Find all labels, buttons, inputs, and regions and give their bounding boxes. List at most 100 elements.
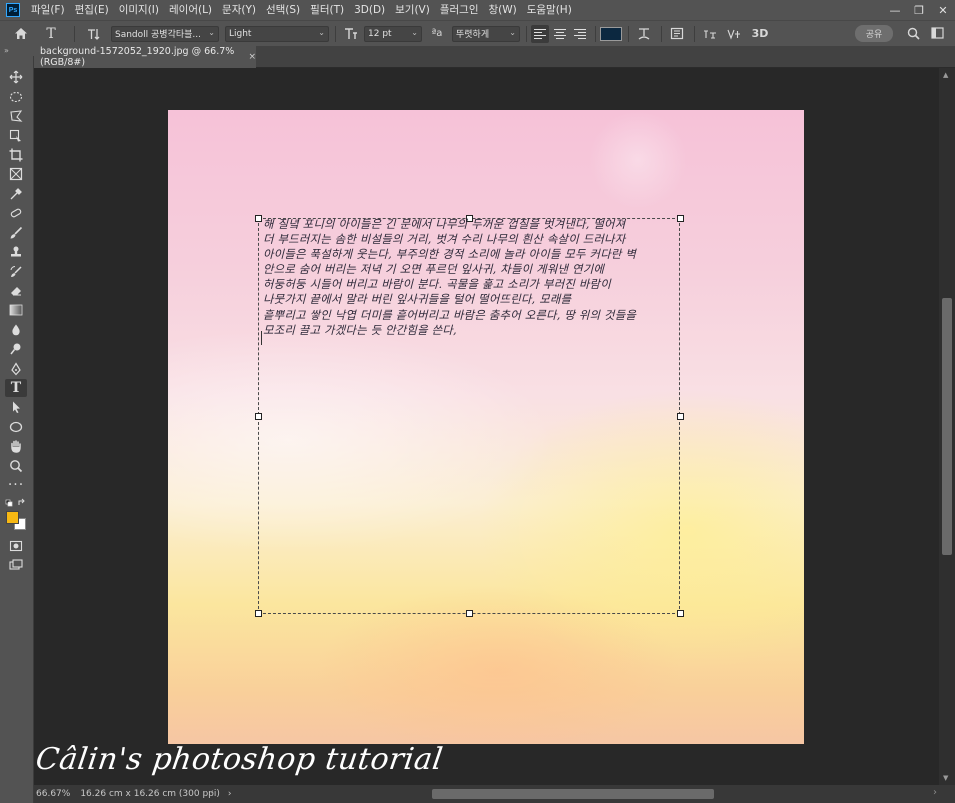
font-family-select[interactable]: Sandoll 공병각타블... ⌄ — [111, 25, 219, 42]
eyedropper-tool-icon[interactable] — [5, 185, 27, 203]
align-center-icon[interactable] — [551, 25, 569, 43]
resize-handle-left[interactable] — [255, 413, 262, 420]
search-icon[interactable] — [905, 24, 921, 42]
dodge-tool-icon[interactable] — [5, 340, 27, 358]
separator — [335, 25, 336, 42]
hand-tool-icon[interactable] — [5, 437, 27, 455]
canvas-workspace[interactable]: 해 질녘 포니의 아이들은 긴 문에서 나무의 두꺼운 껍질을 벗겨낸다, 떨어… — [34, 68, 939, 785]
menu-help[interactable]: 도움말(H) — [522, 0, 577, 20]
maximize-button[interactable]: ❐ — [907, 0, 931, 20]
photoshop-logo-icon[interactable]: Ps — [6, 3, 20, 17]
document-tab[interactable]: background-1572052_1920.jpg @ 66.7% (RGB… — [34, 46, 256, 68]
window-controls: — ❐ ✕ — [883, 0, 955, 20]
font-style-select[interactable]: Light ⌄ — [225, 25, 329, 42]
orientation-toggle-icon[interactable] — [83, 23, 105, 45]
align-left-icon[interactable] — [531, 24, 549, 43]
scroll-up-icon[interactable]: ▲ — [943, 71, 948, 79]
crop-tool-icon[interactable] — [5, 146, 27, 164]
antialias-icon: ªa — [431, 28, 443, 39]
resize-handle-bottom-left[interactable] — [255, 610, 262, 617]
scroll-right-icon[interactable]: › — [933, 787, 937, 798]
3d-icon[interactable]: 3D — [749, 23, 771, 45]
horizontal-scroll-thumb[interactable] — [432, 789, 714, 799]
vertical-scrollbar[interactable]: ▲ ▼ — [939, 68, 955, 785]
blur-tool-icon[interactable] — [5, 321, 27, 339]
zoom-tool-icon[interactable] — [5, 457, 27, 475]
chevron-down-icon: ⌄ — [318, 27, 325, 37]
text-color-swatch[interactable] — [600, 26, 622, 41]
brush-tool-icon[interactable] — [5, 224, 27, 242]
document-canvas[interactable]: 해 질녘 포니의 아이들은 긴 문에서 나무의 두꺼운 껍질을 벗겨낸다, 떨어… — [168, 110, 804, 744]
photoshop-window: Ps 파일(F) 편집(E) 이미지(I) 레이어(L) 문자(Y) 선택(S)… — [0, 0, 955, 803]
swap-colors-icon[interactable] — [5, 497, 27, 509]
separator — [694, 25, 695, 42]
path-selection-tool-icon[interactable] — [5, 398, 27, 416]
tools-panel: T ··· — [0, 56, 34, 803]
frame-tool-icon[interactable] — [5, 165, 27, 183]
close-icon[interactable]: × — [248, 52, 256, 62]
more-tools-icon[interactable]: ··· — [5, 476, 27, 494]
document-tab-title: background-1572052_1920.jpg @ 66.7% (RGB… — [40, 46, 235, 68]
toolbar-collapse-toggle[interactable]: » — [0, 46, 34, 56]
object-selection-tool-icon[interactable] — [5, 127, 27, 145]
healing-brush-tool-icon[interactable] — [5, 204, 27, 222]
zoom-level[interactable]: 66.67% — [36, 789, 70, 799]
eraser-tool-icon[interactable] — [5, 282, 27, 300]
menu-edit[interactable]: 편집(E) — [70, 0, 114, 20]
foreground-color-swatch[interactable] — [6, 511, 19, 524]
resize-handle-bottom[interactable] — [466, 610, 473, 617]
resize-handle-bottom-right[interactable] — [677, 610, 684, 617]
share-button[interactable]: 공유 — [855, 25, 893, 42]
menu-type[interactable]: 문자(Y) — [217, 0, 261, 20]
close-button[interactable]: ✕ — [931, 0, 955, 20]
menu-image[interactable]: 이미지(I) — [114, 0, 164, 20]
workspace-icon[interactable] — [929, 24, 945, 42]
menu-3d[interactable]: 3D(D) — [349, 0, 390, 20]
marquee-tool-icon[interactable] — [5, 88, 27, 106]
type-tool-icon[interactable]: T — [5, 379, 27, 397]
menu-view[interactable]: 보기(V) — [390, 0, 435, 20]
status-bar: 66.67% 16.26 cm x 16.26 cm (300 ppi) › ‹… — [34, 785, 955, 803]
ellipse-tool-icon[interactable] — [5, 418, 27, 436]
pen-tool-icon[interactable] — [5, 360, 27, 378]
resize-handle-top-left[interactable] — [255, 215, 262, 222]
menu-select[interactable]: 선택(S) — [261, 0, 305, 20]
font-group-icon[interactable] — [699, 23, 721, 45]
minimize-button[interactable]: — — [883, 0, 907, 20]
move-tool-icon[interactable] — [5, 68, 27, 86]
scroll-down-icon[interactable]: ▼ — [943, 774, 948, 782]
history-brush-tool-icon[interactable] — [5, 263, 27, 281]
gradient-tool-icon[interactable] — [5, 301, 27, 319]
font-style-value: Light — [229, 28, 252, 39]
font-size-value: 12 pt — [368, 28, 392, 39]
home-icon[interactable] — [10, 23, 32, 45]
clone-stamp-tool-icon[interactable] — [5, 243, 27, 261]
menu-window[interactable]: 창(W) — [483, 0, 521, 20]
text-bounding-box[interactable]: 해 질녘 포니의 아이들은 긴 문에서 나무의 두꺼운 껍질을 벗겨낸다, 떨어… — [255, 215, 684, 617]
menu-file[interactable]: 파일(F) — [26, 0, 70, 20]
text-line: 안으로 숨어 버리는 저녁 기 오면 푸르던 잎사귀, 차들이 게워낸 연기에 — [263, 262, 605, 277]
screen-mode-icon[interactable] — [5, 556, 27, 574]
horizontal-scrollbar[interactable]: ‹ › — [210, 787, 937, 800]
type-tool-icon[interactable]: T — [40, 23, 62, 45]
text-line: 나뭇가지 끝에서 말라 버린 잎사귀들을 털어 떨어뜨린다, 모래를 — [263, 292, 572, 307]
quick-mask-icon[interactable] — [5, 537, 27, 555]
lasso-tool-icon[interactable] — [5, 107, 27, 125]
menu-filter[interactable]: 필터(T) — [305, 0, 349, 20]
separator — [661, 25, 662, 42]
chevron-down-icon: ⌄ — [411, 27, 418, 37]
menu-layer[interactable]: 레이어(L) — [164, 0, 217, 20]
separator — [628, 25, 629, 42]
scroll-left-icon[interactable]: ‹ — [210, 787, 214, 798]
resize-handle-right[interactable] — [677, 413, 684, 420]
text-layer-content[interactable]: 해 질녘 포니의 아이들은 긴 문에서 나무의 두꺼운 껍질을 벗겨낸다, 떨어… — [263, 217, 683, 338]
menu-plugins[interactable]: 플러그인 — [435, 0, 484, 20]
document-info: 16.26 cm x 16.26 cm (300 ppi) — [80, 789, 220, 799]
font-size-select[interactable]: 12 pt ⌄ — [364, 25, 422, 42]
vertical-scroll-thumb[interactable] — [942, 298, 952, 555]
antialias-select[interactable]: 뚜렷하게 ⌄ — [452, 25, 520, 42]
align-right-icon[interactable] — [571, 25, 589, 43]
warp-text-icon[interactable] — [633, 23, 655, 45]
font-pair-icon[interactable] — [723, 23, 745, 45]
character-panel-icon[interactable] — [666, 23, 688, 45]
